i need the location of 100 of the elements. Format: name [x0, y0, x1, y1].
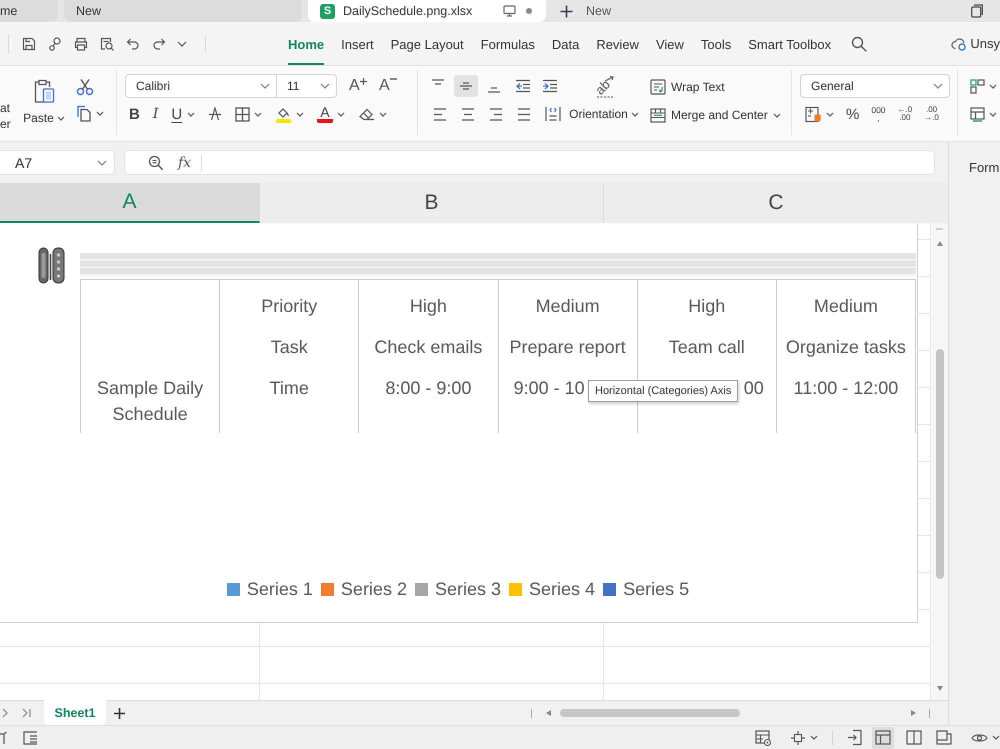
menu-tab[interactable]: Review	[596, 22, 639, 65]
bracket-icon[interactable]	[0, 730, 7, 744]
table-settings-icon[interactable]	[755, 730, 772, 746]
menu-tab[interactable]: Formulas	[480, 22, 535, 65]
thousands-separator-button[interactable]: 000 ,	[871, 106, 886, 122]
panel-title[interactable]: Form	[969, 160, 1000, 175]
font-size-dropdown[interactable]: 11	[277, 74, 337, 98]
align-right-icon[interactable]	[489, 108, 503, 120]
chevron-down-icon	[989, 112, 997, 116]
align-middle-icon	[459, 82, 473, 90]
wrap-text-button[interactable]: Wrap Text	[650, 76, 781, 98]
align-middle-button[interactable]	[454, 75, 478, 97]
menu-tab[interactable]: Tools	[700, 22, 732, 65]
chain-icon[interactable]	[47, 36, 63, 52]
column-header[interactable]: C	[604, 183, 948, 223]
legend-label: Series 5	[623, 579, 690, 600]
menu-tab[interactable]: Smart Toolbox	[748, 22, 832, 65]
time-label: 11:00 - 12:00	[794, 377, 898, 400]
print-preview-icon[interactable]	[99, 36, 115, 52]
percent-button[interactable]: %	[846, 106, 860, 122]
grow-font-button[interactable]: A	[349, 77, 367, 95]
increase-indent-icon[interactable]	[542, 79, 558, 93]
undo-icon[interactable]	[125, 36, 141, 52]
chevron-down-icon[interactable]	[177, 40, 187, 46]
zoom-icon[interactable]	[148, 154, 164, 170]
dot-icon[interactable]	[526, 8, 532, 14]
restore-window-icon[interactable]	[971, 4, 984, 18]
orientation-button[interactable]: ab Orientation	[566, 73, 642, 135]
scissors-icon[interactable]	[76, 78, 94, 96]
account-button[interactable]: Unsy	[951, 36, 1000, 51]
legend-label: Series 2	[340, 579, 407, 600]
function-button[interactable]: fx	[178, 154, 192, 170]
scrollbar-thumb[interactable]	[560, 709, 740, 717]
underline-button[interactable]: U	[171, 106, 196, 122]
menu-tab[interactable]: View	[656, 22, 684, 65]
search-icon[interactable]	[851, 36, 868, 52]
decimal-places-button[interactable]: ←.0 .00	[898, 106, 912, 122]
window-tab[interactable]: New	[64, 0, 302, 22]
add-sheet-icon[interactable]	[114, 708, 125, 718]
arrow-up-icon[interactable]	[936, 241, 942, 246]
eye-protection-button[interactable]	[970, 732, 1000, 744]
font-color-button[interactable]: A	[317, 106, 345, 122]
vertical-scrollbar[interactable]	[930, 223, 948, 700]
sheet-tab[interactable]: Sheet1	[44, 700, 106, 725]
shrink-font-button[interactable]: A	[379, 77, 397, 95]
decimal-places-button[interactable]: .00 →.0	[924, 106, 939, 122]
chevron-right-icon[interactable]	[2, 708, 8, 718]
save-icon[interactable]	[21, 36, 37, 52]
formula-bar[interactable]: fx	[124, 150, 935, 175]
menu-tab[interactable]: Insert	[341, 22, 374, 65]
table-style-button[interactable]	[970, 106, 997, 122]
conditional-format-button[interactable]	[970, 78, 997, 94]
menu-tab[interactable]: Data	[552, 22, 580, 65]
window-tab[interactable]: S DailySchedule.png.xlsx	[308, 0, 546, 22]
time-label: 8:00 - 9:00	[385, 377, 472, 400]
arrow-down-icon[interactable]	[936, 686, 942, 691]
name-box[interactable]: A7	[0, 150, 115, 175]
decrease-indent-icon[interactable]	[515, 79, 531, 93]
wrap-text-icon	[650, 79, 666, 95]
arrow-right-icon[interactable]	[911, 710, 916, 716]
chart-area[interactable]	[0, 223, 918, 623]
clear-format-button[interactable]	[358, 106, 387, 122]
exit-icon[interactable]	[847, 729, 864, 746]
chevron-down-icon	[96, 111, 104, 116]
align-center-icon[interactable]	[461, 108, 475, 120]
redo-icon[interactable]	[151, 36, 167, 52]
format-painter-label[interactable]: at	[0, 100, 22, 116]
last-sheet-icon[interactable]	[22, 708, 31, 718]
arrow-left-icon[interactable]	[546, 710, 551, 716]
menu-tab[interactable]: Page Layout	[390, 22, 464, 65]
scrollbar-thumb[interactable]	[936, 349, 944, 579]
window-tab[interactable]: me	[0, 0, 58, 22]
new-tab-button[interactable]: New	[560, 0, 612, 22]
copy-icon	[76, 105, 92, 122]
borders-button[interactable]	[235, 106, 262, 122]
number-format-dropdown[interactable]: General	[800, 74, 950, 98]
normal-view-button[interactable]	[872, 726, 894, 748]
copy-button[interactable]	[76, 105, 104, 122]
list-panel-icon[interactable]	[23, 730, 38, 744]
font-family-dropdown[interactable]: Calibri	[125, 74, 277, 98]
chevron-down-icon	[56, 116, 65, 120]
distributed-align-icon[interactable]	[545, 106, 561, 122]
bold-button[interactable]: B	[129, 106, 140, 122]
monitor-icon[interactable]	[503, 5, 516, 17]
accounting-format-button[interactable]	[805, 106, 834, 122]
italic-button[interactable]: I	[152, 106, 158, 122]
task-label: Check emails	[374, 336, 482, 359]
legend-label: Series 3	[434, 579, 502, 600]
format-painter-label[interactable]: er	[0, 116, 22, 132]
eraser-icon	[358, 106, 375, 122]
justify-icon[interactable]	[517, 108, 531, 120]
align-bottom-icon	[487, 87, 501, 93]
move-button[interactable]	[790, 730, 818, 746]
print-icon[interactable]	[73, 36, 89, 52]
chevron-down-icon	[810, 735, 818, 740]
highlight-button[interactable]	[275, 106, 304, 122]
align-left-icon[interactable]	[433, 108, 447, 120]
paste-button[interactable]: Paste	[22, 70, 66, 135]
merge-and-center-button[interactable]: Merge and Center	[650, 104, 781, 126]
strikethrough-icon[interactable]	[208, 107, 222, 121]
